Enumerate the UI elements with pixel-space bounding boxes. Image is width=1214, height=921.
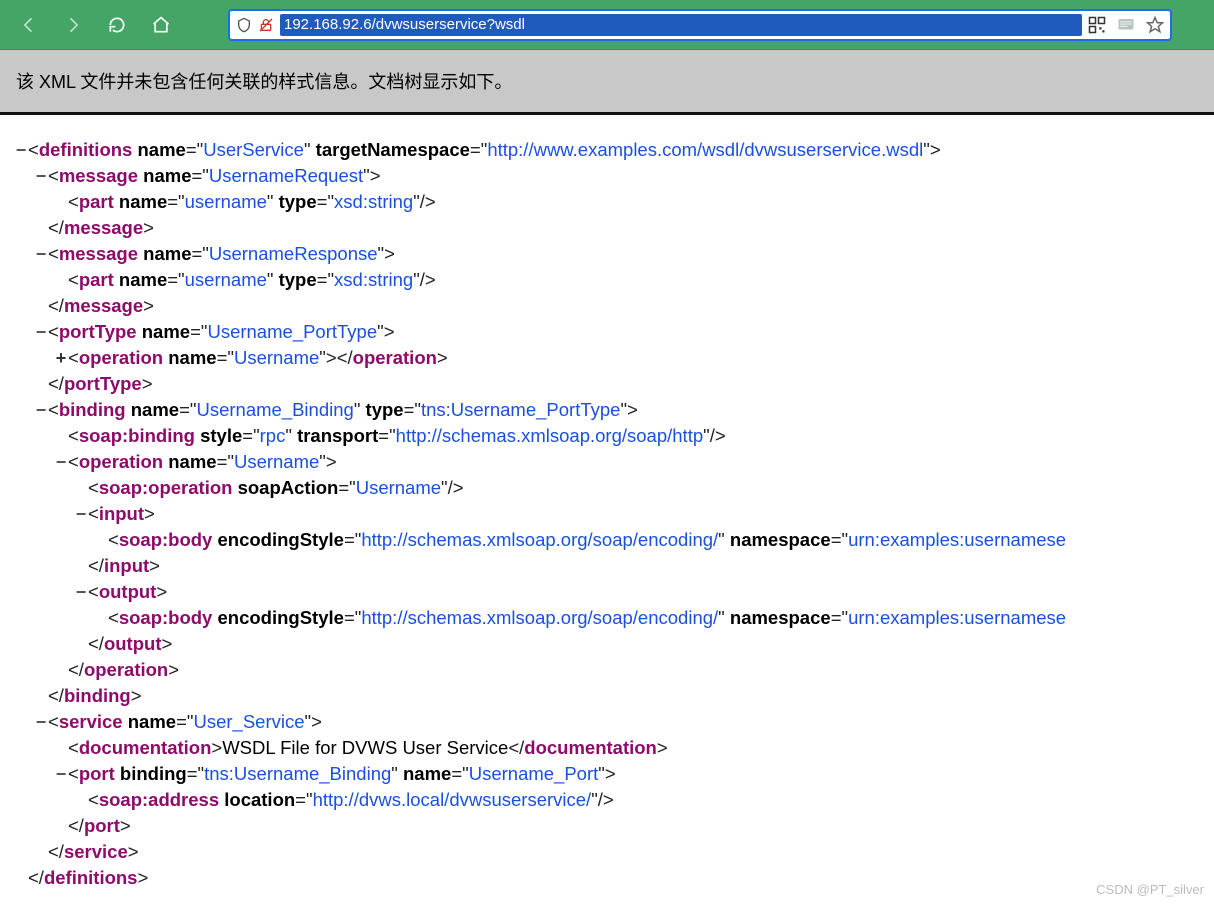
xml-content: <output> — [88, 579, 167, 605]
xml-content: <soap:operation soapAction="Username"/> — [88, 475, 464, 501]
xml-content: <binding name="Username_Binding" type="t… — [48, 397, 638, 423]
xml-line: <soap:binding style="rpc" transport="htt… — [14, 423, 1214, 449]
bookmark-star-icon[interactable] — [1146, 16, 1164, 34]
reload-button[interactable] — [100, 8, 134, 42]
xml-content: <input> — [88, 501, 155, 527]
xml-line: <soap:body encodingStyle="http://schemas… — [14, 605, 1214, 631]
xml-line: −<service name="User_Service"> — [14, 709, 1214, 735]
xml-content: <operation name="Username"> — [68, 449, 337, 475]
collapse-toggle[interactable]: − — [34, 319, 48, 345]
watermark: CSDN @PT_silver — [1096, 882, 1204, 897]
banner-text: 该 XML 文件并未包含任何关联的样式信息。文档树显示如下。 — [16, 72, 512, 92]
forward-button[interactable] — [56, 8, 90, 42]
xml-content: </operation> — [68, 657, 179, 683]
xml-content: <soap:body encodingStyle="http://schemas… — [108, 527, 1066, 553]
xml-content: </definitions> — [28, 865, 148, 891]
xml-content: <soap:address location="http://dvws.loca… — [88, 787, 614, 813]
xml-content: </binding> — [48, 683, 142, 709]
xml-content: <definitions name="UserService" targetNa… — [28, 137, 941, 163]
xml-content: <operation name="Username"></operation> — [68, 345, 448, 371]
xml-content: <port binding="tns:Username_Binding" nam… — [68, 761, 616, 787]
xml-content: <part name="username" type="xsd:string"/… — [68, 267, 436, 293]
xml-line: </output> — [14, 631, 1214, 657]
collapse-toggle[interactable]: − — [34, 241, 48, 267]
xml-content: </port> — [68, 813, 131, 839]
xml-line: −<portType name="Username_PortType"> — [14, 319, 1214, 345]
xml-line: </operation> — [14, 657, 1214, 683]
xml-line: −<port binding="tns:Username_Binding" na… — [14, 761, 1214, 787]
xml-line: </message> — [14, 215, 1214, 241]
xml-line: −<definitions name="UserService" targetN… — [14, 137, 1214, 163]
xml-line: <soap:address location="http://dvws.loca… — [14, 787, 1214, 813]
xml-content: <soap:binding style="rpc" transport="htt… — [68, 423, 726, 449]
xml-line: −<message name="UsernameRequest"> — [14, 163, 1214, 189]
xml-line: −<input> — [14, 501, 1214, 527]
xml-line: −<output> — [14, 579, 1214, 605]
xml-content: </message> — [48, 293, 154, 319]
collapse-toggle[interactable]: − — [54, 761, 68, 787]
xml-line: <soap:operation soapAction="Username"/> — [14, 475, 1214, 501]
xml-line: </message> — [14, 293, 1214, 319]
reader-icon[interactable] — [1116, 16, 1136, 34]
xml-content: </input> — [88, 553, 160, 579]
collapse-toggle[interactable]: − — [54, 449, 68, 475]
collapse-toggle[interactable]: − — [34, 397, 48, 423]
expand-toggle[interactable]: + — [54, 345, 68, 371]
xml-line: </binding> — [14, 683, 1214, 709]
xml-line: <documentation>WSDL File for DVWS User S… — [14, 735, 1214, 761]
xml-content: <portType name="Username_PortType"> — [48, 319, 395, 345]
xml-line: −<operation name="Username"> — [14, 449, 1214, 475]
browser-toolbar: 192.168.92.6/dvwsuserservice?wsdl — [0, 0, 1214, 50]
collapse-toggle[interactable]: − — [34, 163, 48, 189]
address-bar[interactable]: 192.168.92.6/dvwsuserservice?wsdl — [228, 9, 1172, 41]
xml-line: </input> — [14, 553, 1214, 579]
qr-icon[interactable] — [1088, 16, 1106, 34]
xml-line: </service> — [14, 839, 1214, 865]
xml-line: <part name="username" type="xsd:string"/… — [14, 189, 1214, 215]
xml-info-banner: 该 XML 文件并未包含任何关联的样式信息。文档树显示如下。 — [0, 50, 1214, 115]
shield-icon — [236, 17, 252, 33]
collapse-toggle[interactable]: − — [34, 709, 48, 735]
xml-content: </portType> — [48, 371, 153, 397]
xml-line: +<operation name="Username"></operation> — [14, 345, 1214, 371]
collapse-toggle[interactable]: − — [14, 137, 28, 163]
xml-content: <message name="UsernameResponse"> — [48, 241, 395, 267]
xml-line: </port> — [14, 813, 1214, 839]
collapse-toggle[interactable]: − — [74, 501, 88, 527]
xml-line: </definitions> — [14, 865, 1214, 891]
xml-content: <part name="username" type="xsd:string"/… — [68, 189, 436, 215]
xml-content: <soap:body encodingStyle="http://schemas… — [108, 605, 1066, 631]
xml-content: </service> — [48, 839, 139, 865]
xml-line: <soap:body encodingStyle="http://schemas… — [14, 527, 1214, 553]
xml-line: <part name="username" type="xsd:string"/… — [14, 267, 1214, 293]
xml-document-tree: −<definitions name="UserService" targetN… — [0, 115, 1214, 921]
home-button[interactable] — [144, 8, 178, 42]
back-button[interactable] — [12, 8, 46, 42]
xml-content: </output> — [88, 631, 172, 657]
url-text[interactable]: 192.168.92.6/dvwsuserservice?wsdl — [280, 14, 1082, 36]
xml-content: <documentation>WSDL File for DVWS User S… — [68, 735, 668, 761]
xml-content: <service name="User_Service"> — [48, 709, 322, 735]
xml-line: </portType> — [14, 371, 1214, 397]
insecure-lock-icon — [258, 17, 274, 33]
xml-line: −<binding name="Username_Binding" type="… — [14, 397, 1214, 423]
xml-content: <message name="UsernameRequest"> — [48, 163, 381, 189]
collapse-toggle[interactable]: − — [74, 579, 88, 605]
xml-line: −<message name="UsernameResponse"> — [14, 241, 1214, 267]
xml-content: </message> — [48, 215, 154, 241]
